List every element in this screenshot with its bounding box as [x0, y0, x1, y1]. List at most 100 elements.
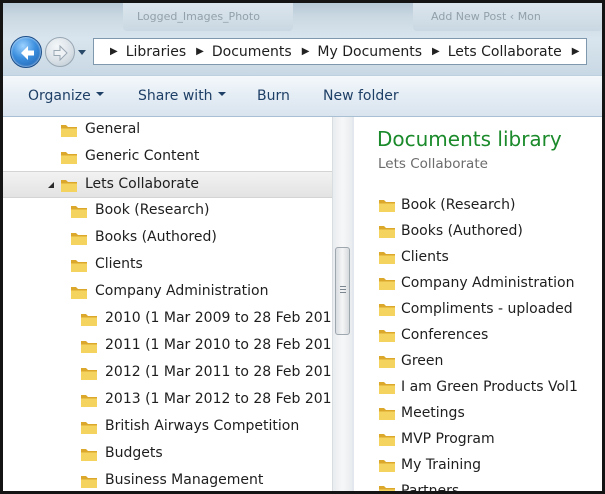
expand-triangle-icon[interactable]: [46, 180, 56, 190]
tree-item[interactable]: Generic Content: [3, 144, 332, 171]
folder-item-label: Compliments - uploaded: [401, 301, 573, 317]
navigation-pane[interactable]: General Generic Content Lets Collaborate Bo…: [3, 117, 332, 491]
folder-item-label: My Training: [401, 457, 482, 473]
folder-item[interactable]: My Training: [378, 453, 481, 477]
recent-pages-dropdown-icon[interactable]: [77, 48, 87, 56]
organize-button[interactable]: Organize: [28, 88, 104, 104]
breadcrumb-libraries[interactable]: Libraries: [126, 44, 186, 60]
tree-item-label: Company Administration: [95, 283, 269, 299]
organize-label: Organize: [28, 88, 91, 104]
tree-item[interactable]: Budgets: [3, 441, 332, 468]
folder-icon: [81, 314, 97, 326]
tree-item[interactable]: Company Administration: [3, 279, 332, 306]
folder-icon: [379, 251, 395, 264]
forward-button[interactable]: [45, 37, 75, 67]
background-tab-label: Add New Post ‹ Mon: [431, 10, 541, 23]
folder-item[interactable]: Company Administration: [378, 271, 575, 295]
tree-item[interactable]: General: [3, 117, 332, 144]
scrollbar-thumb[interactable]: [335, 247, 350, 335]
back-button[interactable]: [10, 36, 42, 68]
tree-item-label: Book (Research): [95, 202, 210, 218]
folder-icon: [379, 225, 395, 238]
folder-icon: [379, 355, 395, 368]
tree-item[interactable]: Book (Research): [3, 198, 332, 225]
scrollbar-grip: [340, 286, 346, 287]
breadcrumb-separator-icon[interactable]: ▶: [196, 46, 204, 57]
tree-item-label: General: [85, 121, 141, 137]
tree-item-label: Clients: [95, 256, 143, 272]
folder-icon: [379, 407, 395, 420]
folder-icon: [379, 485, 395, 491]
back-arrow-icon: [21, 46, 34, 60]
folder-icon: [81, 422, 97, 434]
command-bar: Organize Share with Burn New folder: [3, 75, 602, 117]
folder-item[interactable]: I am Green Products Vol1: [378, 375, 578, 399]
folder-item[interactable]: MVP Program: [378, 427, 495, 451]
tree-item-label: 2011 (1 Mar 2010 to 28 Feb 2011): [105, 337, 332, 353]
tree-item[interactable]: 2010 (1 Mar 2009 to 28 Feb 2010): [3, 306, 332, 333]
folder-item[interactable]: Clients: [378, 245, 449, 269]
background-tab-label: Logged_Images_Photo: [137, 10, 260, 23]
folder-icon: [379, 199, 395, 212]
share-with-button[interactable]: Share with: [138, 88, 226, 104]
folder-icon: [81, 476, 97, 488]
tree-item-label: Lets Collaborate: [85, 176, 199, 192]
tree-item-label: 2012 (1 Mar 2011 to 28 Feb 2012): [105, 364, 332, 380]
folder-icon: [71, 233, 87, 245]
folder-item[interactable]: Partners: [378, 479, 459, 491]
scrollbar-grip: [340, 292, 346, 293]
background-tab[interactable]: Logged_Images_Photo: [123, 3, 293, 31]
breadcrumb-separator-icon[interactable]: ▶: [110, 46, 118, 57]
folder-item-label: Green: [401, 353, 444, 369]
scrollbar-grip: [340, 289, 346, 290]
content-pane: Documents library Lets Collaborate Book …: [354, 117, 602, 491]
tree-item[interactable]: Clients: [3, 252, 332, 279]
tree-item-label: Books (Authored): [95, 229, 217, 245]
folder-item-label: Company Administration: [401, 275, 575, 291]
breadcrumb-separator-icon[interactable]: ▶: [572, 46, 580, 57]
new-folder-button[interactable]: New folder: [323, 88, 399, 104]
tree-item[interactable]: 2011 (1 Mar 2010 to 28 Feb 2011): [3, 333, 332, 360]
folder-icon: [71, 287, 87, 299]
background-tab[interactable]: Add New Post ‹ Mon: [413, 3, 602, 31]
forward-arrow-icon: [53, 44, 68, 62]
breadcrumb-separator-icon[interactable]: ▶: [432, 46, 440, 57]
folder-item-label: I am Green Products Vol1: [401, 379, 578, 395]
tree-item-label: 2013 (1 Mar 2012 to 28 Feb 2013): [105, 391, 332, 407]
tree-item-label: 2010 (1 Mar 2009 to 28 Feb 2010): [105, 310, 332, 326]
folder-item[interactable]: Compliments - uploaded: [378, 297, 573, 321]
burn-button[interactable]: Burn: [257, 88, 290, 104]
tree-item[interactable]: Lets Collaborate: [3, 171, 332, 198]
tree-item[interactable]: British Airways Competition: [3, 414, 332, 441]
tree-item[interactable]: 2013 (1 Mar 2012 to 28 Feb 2013): [3, 387, 332, 414]
folder-icon: [81, 368, 97, 380]
folder-icon: [71, 260, 87, 272]
folder-icon: [379, 381, 395, 394]
share-with-label: Share with: [138, 88, 213, 104]
folder-item[interactable]: Meetings: [378, 401, 465, 425]
nav-pane-scrollbar[interactable]: [332, 117, 352, 491]
folder-item[interactable]: Book (Research): [378, 193, 515, 217]
explorer-window: Logged_Images_Photo Add New Post ‹ Mon ▶…: [0, 0, 605, 494]
tree-item-label: British Airways Competition: [105, 418, 300, 434]
address-bar[interactable]: ▶ Libraries ▶ Documents ▶ My Documents ▶…: [93, 38, 587, 65]
folder-icon: [379, 303, 395, 316]
folder-item-label: Book (Research): [401, 197, 516, 213]
folder-icon: [81, 341, 97, 353]
folder-item[interactable]: Green: [378, 349, 443, 373]
tree-item-label: Generic Content: [85, 148, 200, 164]
tree-item[interactable]: Business Management: [3, 468, 332, 491]
library-subtitle: Lets Collaborate: [378, 156, 488, 172]
folder-item-label: Partners: [401, 483, 460, 491]
breadcrumb-lets-collaborate[interactable]: Lets Collaborate: [448, 44, 562, 60]
folder-icon: [81, 449, 97, 461]
folder-icon: [61, 180, 77, 192]
breadcrumb-documents[interactable]: Documents: [212, 44, 292, 60]
folder-item[interactable]: Conferences: [378, 323, 488, 347]
tree-item[interactable]: 2012 (1 Mar 2011 to 28 Feb 2012): [3, 360, 332, 387]
tree-item[interactable]: Books (Authored): [3, 225, 332, 252]
breadcrumb-my-documents[interactable]: My Documents: [317, 44, 422, 60]
folder-item-label: Meetings: [401, 405, 465, 421]
breadcrumb-separator-icon[interactable]: ▶: [302, 46, 310, 57]
folder-item[interactable]: Books (Authored): [378, 219, 523, 243]
